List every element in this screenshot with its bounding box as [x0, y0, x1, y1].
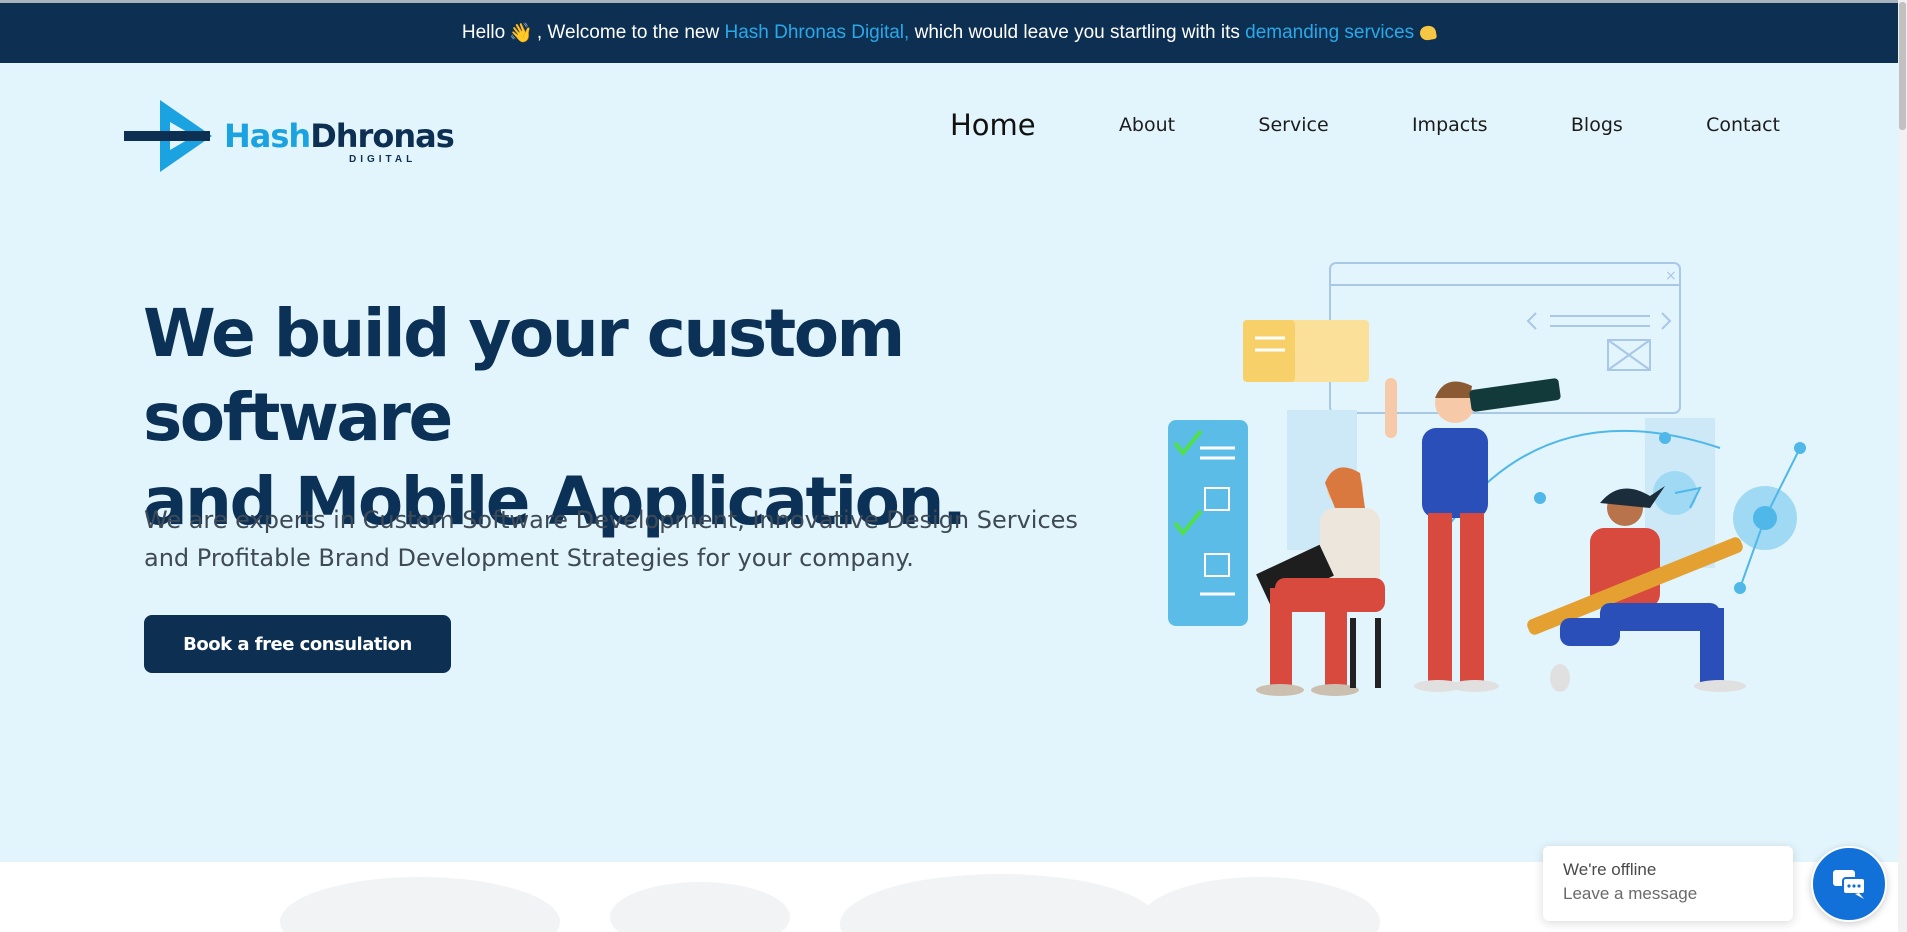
announcement-bar: Hello 👋 , Welcome to the new Hash Dhrona…	[0, 0, 1898, 63]
nav-item-impacts[interactable]: Impacts	[1412, 114, 1488, 136]
logo-wordmark: HashDhronas	[224, 117, 455, 155]
waving-hand-icon: 👋	[509, 23, 533, 44]
chat-icon	[1833, 870, 1866, 899]
yellow-heart-icon	[1419, 24, 1438, 42]
main-nav: Home About Service Impacts Blogs Contact	[950, 100, 1780, 150]
nav-item-home[interactable]: Home	[950, 108, 1036, 142]
logo-mark-icon	[124, 100, 212, 172]
hero-title-line-1: We build your custom software	[143, 295, 905, 456]
announcement-text-2: which would leave you startling with its	[914, 22, 1240, 43]
logo-word-hash: Hash	[224, 117, 311, 155]
nav-item-service[interactable]: Service	[1258, 114, 1328, 136]
nav-item-contact[interactable]: Contact	[1706, 114, 1780, 136]
announcement-text-1: , Welcome to the new	[536, 22, 720, 43]
logo-word-dhronas: Dhronas	[310, 117, 455, 155]
services-link[interactable]: demanding services	[1245, 22, 1414, 44]
chat-offline-bubble[interactable]: We're offline Leave a message	[1543, 846, 1793, 921]
logo-subtitle: DIGITAL	[349, 154, 417, 165]
chat-leave-message: Leave a message	[1563, 884, 1698, 903]
chat-button[interactable]	[1811, 846, 1887, 922]
book-consultation-button[interactable]: Book a free consulation	[144, 615, 451, 673]
hero-description: We are experts in Custom Software Develo…	[144, 506, 1078, 572]
chat-status: We're offline	[1563, 860, 1657, 879]
svg-text:×: ×	[1665, 268, 1677, 284]
hero-illustration: ×	[1168, 262, 1806, 696]
nav-item-about[interactable]: About	[1119, 114, 1175, 136]
announcement-hello: Hello	[461, 22, 506, 43]
page-scrollbar[interactable]	[1898, 0, 1907, 932]
scrollbar-thumb[interactable]	[1899, 2, 1906, 130]
nav-item-blogs[interactable]: Blogs	[1571, 114, 1623, 136]
brand-link[interactable]: Hash Dhronas Digital,	[725, 22, 910, 44]
site-logo[interactable]: HashDhronas DIGITAL	[124, 100, 455, 172]
